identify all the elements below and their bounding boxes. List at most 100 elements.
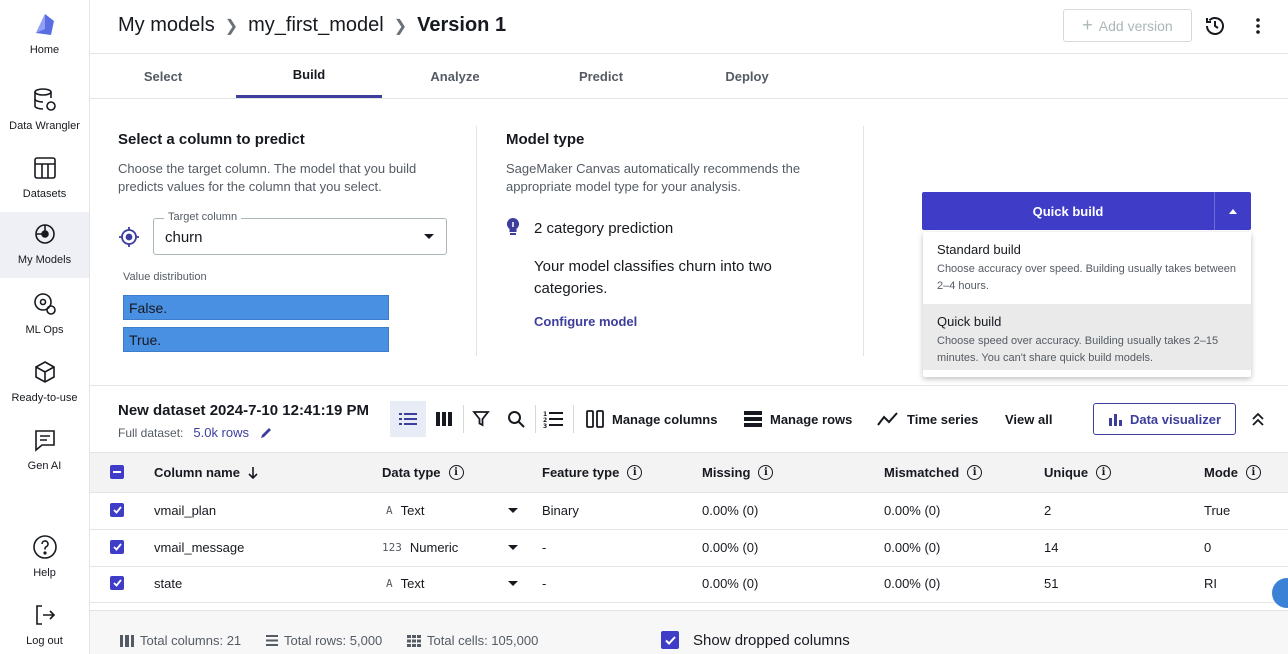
quick-build-button[interactable]: Quick build bbox=[922, 192, 1214, 230]
col-header-column-name[interactable]: Column name bbox=[154, 465, 258, 480]
tab-analyze[interactable]: Analyze bbox=[382, 54, 528, 98]
history-icon bbox=[1206, 17, 1224, 35]
rail-item-ready-to-use[interactable]: Ready-to-use bbox=[0, 350, 89, 416]
menu-item-quick-build[interactable]: Quick build Choose speed over accuracy. … bbox=[923, 304, 1251, 370]
configure-model-link[interactable]: Configure model bbox=[534, 314, 637, 329]
col-header-feature-type[interactable]: Feature type i bbox=[542, 465, 643, 480]
breadcrumb-my-models[interactable]: My models bbox=[118, 14, 215, 37]
rail-item-home[interactable]: Home bbox=[0, 2, 89, 68]
data-visualizer-label: Data visualizer bbox=[1129, 411, 1222, 427]
row-checkbox[interactable] bbox=[110, 540, 124, 554]
tab-build[interactable]: Build bbox=[236, 54, 382, 98]
rail-item-label: Datasets bbox=[22, 188, 67, 200]
select-all-checkbox[interactable] bbox=[110, 465, 124, 479]
search-button[interactable] bbox=[507, 401, 525, 437]
my-models-icon bbox=[31, 220, 59, 248]
version-history-button[interactable] bbox=[1200, 12, 1230, 40]
rail-item-label: Help bbox=[33, 567, 56, 579]
rail-item-ml-ops[interactable]: ML Ops bbox=[0, 282, 89, 348]
bar-chart-icon bbox=[1108, 414, 1122, 426]
cell-mismatched: 0.00% (0) bbox=[884, 503, 941, 518]
grid-icon bbox=[407, 634, 421, 647]
target-column-select[interactable]: Target column churn bbox=[153, 211, 447, 255]
view-all-label: View all bbox=[1005, 411, 1053, 427]
info-icon[interactable]: i bbox=[1245, 465, 1261, 480]
header-label: Mismatched bbox=[884, 465, 960, 480]
info-icon[interactable]: i bbox=[1096, 465, 1112, 480]
col-header-data-type[interactable]: Data type i bbox=[382, 465, 464, 480]
rows-icon bbox=[744, 411, 762, 427]
show-dropped-columns-checkbox[interactable]: Show dropped columns bbox=[661, 631, 850, 649]
dataset-rows-link[interactable]: 5.0k rows bbox=[193, 425, 249, 440]
model-type-heading: Model type bbox=[506, 131, 585, 148]
table-row[interactable]: vmail_message 123 Numeric - 0.00% (0) 0.… bbox=[90, 530, 1288, 567]
tab-deploy[interactable]: Deploy bbox=[674, 54, 820, 98]
breadcrumb-model[interactable]: my_first_model bbox=[248, 14, 384, 37]
manage-columns-button[interactable]: Manage columns bbox=[586, 401, 717, 437]
data-type-select[interactable]: 123 Numeric bbox=[382, 540, 458, 555]
cell-unique: 14 bbox=[1044, 540, 1059, 555]
caret-down-icon[interactable] bbox=[508, 545, 518, 550]
model-type-description: SageMaker Canvas automatically recommend… bbox=[506, 161, 801, 194]
data-wrangler-icon bbox=[31, 86, 59, 114]
rail-item-log-out[interactable]: Log out bbox=[0, 593, 89, 654]
manage-rows-button[interactable]: Manage rows bbox=[744, 401, 852, 437]
rail-item-datasets[interactable]: Datasets bbox=[0, 146, 89, 212]
caret-down-icon[interactable] bbox=[508, 508, 518, 513]
build-options-menu: Standard build Choose accuracy over spee… bbox=[923, 232, 1251, 377]
build-options-toggle[interactable] bbox=[1214, 192, 1251, 230]
plus-icon: + bbox=[1082, 15, 1093, 35]
pencil-icon[interactable] bbox=[259, 426, 273, 440]
list-view-button[interactable] bbox=[390, 401, 426, 437]
rail-item-label: Gen AI bbox=[27, 460, 62, 472]
row-checkbox[interactable] bbox=[110, 503, 124, 517]
add-version-label: Add version bbox=[1098, 17, 1173, 34]
more-options-button[interactable] bbox=[1248, 12, 1268, 40]
collapse-icon[interactable] bbox=[1250, 411, 1266, 427]
data-type-select[interactable]: A Text bbox=[386, 576, 424, 591]
add-version-button[interactable]: + Add version bbox=[1063, 9, 1192, 42]
grid-view-button[interactable] bbox=[426, 401, 462, 437]
tab-predict[interactable]: Predict bbox=[528, 54, 674, 98]
table-row[interactable]: state A Text - 0.00% (0) 0.00% (0) 51 RI bbox=[90, 566, 1288, 603]
cell-column-name: vmail_message bbox=[154, 540, 245, 555]
prediction-type: 2 category prediction bbox=[534, 220, 674, 237]
col-header-mismatched[interactable]: Mismatched i bbox=[884, 465, 983, 480]
info-icon[interactable]: i bbox=[448, 465, 464, 480]
cell-mismatched: 0.00% (0) bbox=[884, 576, 941, 591]
col-header-missing[interactable]: Missing i bbox=[702, 465, 774, 480]
filter-button[interactable] bbox=[472, 401, 490, 437]
tab-select[interactable]: Select bbox=[90, 54, 236, 98]
time-series-button[interactable]: Time series bbox=[877, 401, 978, 437]
toolbar-divider bbox=[573, 405, 574, 433]
data-type-select[interactable]: A Text bbox=[386, 503, 424, 518]
total-rows-stat: Total rows: 5,000 bbox=[266, 633, 382, 648]
col-header-unique[interactable]: Unique i bbox=[1044, 465, 1112, 480]
total-columns-stat: Total columns: 21 bbox=[120, 633, 241, 648]
info-icon[interactable]: i bbox=[627, 465, 643, 480]
rail-item-data-wrangler[interactable]: Data Wrangler bbox=[0, 78, 89, 144]
rail-item-gen-ai[interactable]: Gen AI bbox=[0, 418, 89, 484]
list-view-icon bbox=[399, 413, 417, 425]
search-icon bbox=[508, 411, 525, 428]
rail-item-my-models[interactable]: My Models bbox=[0, 212, 89, 278]
view-all-button[interactable]: View all bbox=[1005, 401, 1052, 437]
lightbulb-icon bbox=[506, 217, 520, 235]
info-icon[interactable]: i bbox=[967, 465, 983, 480]
caret-down-icon[interactable] bbox=[508, 581, 518, 586]
chevron-right-icon: ❯ bbox=[224, 17, 239, 35]
row-checkbox[interactable] bbox=[110, 576, 124, 590]
text-type-icon: A bbox=[386, 577, 393, 590]
target-column-label: Target column bbox=[164, 211, 242, 223]
ordered-list-button[interactable]: 123 bbox=[543, 401, 563, 437]
menu-item-standard-build[interactable]: Standard build Choose accuracy over spee… bbox=[923, 232, 1251, 302]
data-visualizer-button[interactable]: Data visualizer bbox=[1093, 403, 1236, 435]
time-series-label: Time series bbox=[907, 411, 979, 427]
target-icon bbox=[119, 227, 139, 247]
page-header: My models ❯ my_first_model ❯ Version 1 +… bbox=[90, 0, 1288, 54]
table-row[interactable]: vmail_plan A Text Binary 0.00% (0) 0.00%… bbox=[90, 493, 1288, 530]
checkmark-icon bbox=[110, 576, 124, 590]
rail-item-help[interactable]: Help bbox=[0, 525, 89, 591]
col-header-mode[interactable]: Mode i bbox=[1204, 465, 1261, 480]
info-icon[interactable]: i bbox=[758, 465, 774, 480]
